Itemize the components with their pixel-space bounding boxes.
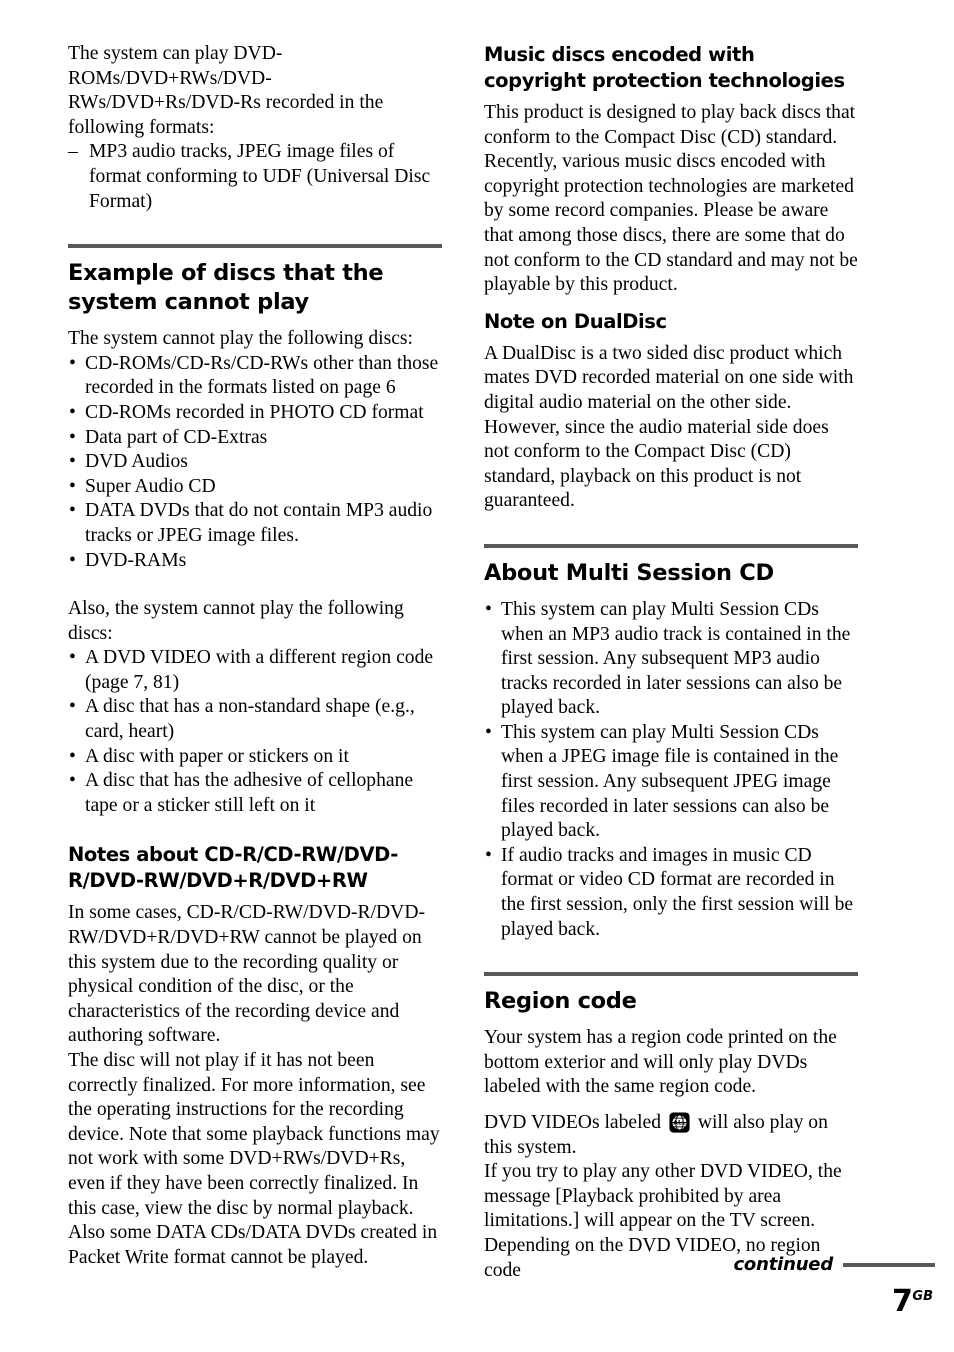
right-column: Music discs encoded with copyright prote… (484, 42, 858, 1283)
page-number: 7GB (892, 1282, 933, 1317)
section-rule (484, 543, 858, 548)
region-all-icon: ALL (669, 1112, 690, 1133)
multi-session-bullet-list: This system can play Multi Session CDs w… (484, 598, 858, 942)
document-page: The system can play DVD-ROMs/DVD+RWs/DVD… (0, 0, 954, 1352)
list-item: DVD Audios (68, 450, 442, 475)
list-item: A DVD VIDEO with a different region code… (68, 646, 442, 695)
list-item: A disc with paper or stickers on it (68, 745, 442, 770)
svg-text:ALL: ALL (673, 1119, 686, 1126)
copyright-paragraph: This product is designed to play back di… (484, 102, 858, 296)
continued-rule (843, 1262, 935, 1267)
intro-paragraph: The system can play DVD-ROMs/DVD+RWs/DVD… (68, 43, 384, 138)
region-paragraph-1: Your system has a region code printed on… (484, 1027, 837, 1098)
subheading-copyright-protection: Music discs encoded with copyright prote… (484, 43, 845, 92)
list-item: A disc that has a non-standard shape (e.… (68, 695, 442, 744)
cannot-play-lead: The system cannot play the following dis… (68, 328, 414, 350)
list-item: Data part of CD-Extras (68, 426, 442, 451)
list-item: If audio tracks and images in music CD f… (484, 844, 858, 942)
notes-paragraph-2: The disc will not play if it has not bee… (68, 1050, 440, 1268)
list-item: CD-ROMs/CD-Rs/CD-RWs other than those re… (68, 352, 442, 401)
region-labeled-line: DVD VIDEOs labeled ALL will also play on… (484, 1111, 858, 1160)
list-item: Super Audio CD (68, 475, 442, 500)
page-number-value: 7 (892, 1284, 913, 1319)
list-item: DVD-RAMs (68, 549, 442, 574)
dualdisc-paragraph: A DualDisc is a two sided disc product w… (484, 342, 854, 512)
page-footer: continued 7GB (515, 1242, 935, 1352)
subheading-note-on-dualdisc: Note on DualDisc (484, 309, 667, 333)
section-heading-multi-session: About Multi Session CD (484, 559, 774, 586)
list-item: This system can play Multi Session CDs w… (484, 721, 858, 844)
section-heading-cannot-play: Example of discs that the system cannot … (68, 260, 384, 316)
section-rule (68, 244, 442, 249)
cannot-play-lead-2: Also, the system cannot play the followi… (68, 598, 404, 644)
intro-dash-list: MP3 audio tracks, JPEG image files of fo… (68, 140, 442, 214)
page-number-suffix: GB (912, 1289, 933, 1304)
continued-label: continued (733, 1254, 833, 1275)
continued-marker: continued (515, 1254, 935, 1275)
section-rule (484, 972, 858, 977)
cannot-play-bullet-list: CD-ROMs/CD-Rs/CD-RWs other than those re… (68, 352, 442, 573)
region-labeled-prefix: DVD VIDEOs labeled (484, 1112, 666, 1133)
section-heading-region-code: Region code (484, 988, 637, 1015)
subheading-notes-about-discs: Notes about CD-R/CD-RW/DVD-R/DVD-RW/DVD+… (68, 843, 398, 893)
notes-paragraph-1: In some cases, CD-R/CD-RW/DVD-R/DVD-RW/D… (68, 902, 426, 1047)
cannot-play-bullet-list-2: A DVD VIDEO with a different region code… (68, 646, 442, 818)
list-item: CD-ROMs recorded in PHOTO CD format (68, 401, 442, 426)
list-item: This system can play Multi Session CDs w… (484, 598, 858, 721)
list-item: DATA DVDs that do not contain MP3 audio … (68, 499, 442, 548)
list-item: MP3 audio tracks, JPEG image files of fo… (68, 140, 442, 214)
list-item: A disc that has the adhesive of cellopha… (68, 769, 442, 818)
left-column: The system can play DVD-ROMs/DVD+RWs/DVD… (68, 42, 442, 1270)
